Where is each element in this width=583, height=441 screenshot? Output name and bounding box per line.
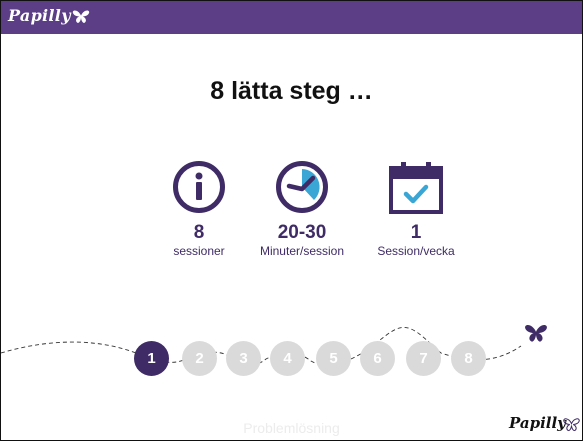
stat-value: 8: [193, 222, 205, 243]
slide-frame: Papilly 8 lätta steg … 8 sessioner 20-30…: [0, 0, 583, 441]
footer-brand-text: Papilly: [509, 414, 566, 432]
stat-value: 20-30: [277, 222, 327, 243]
top-bar: Papilly: [1, 1, 582, 34]
step-4[interactable]: 4: [270, 341, 305, 376]
stat-sessions: 8 sessioner: [139, 159, 259, 259]
stat-minutes: 20-30 Minuter/session: [242, 159, 362, 259]
step-3[interactable]: 3: [226, 341, 261, 376]
page-title: 8 lätta steg …: [210, 77, 373, 105]
step-5[interactable]: 5: [316, 341, 351, 376]
calendar-check-icon: [389, 162, 443, 214]
butterfly-outline-icon: [563, 418, 580, 432]
stat-value: 1: [410, 222, 422, 243]
stat-label: Minuter/session: [259, 244, 345, 258]
step-6[interactable]: 6: [360, 341, 395, 376]
info-icon: [173, 161, 225, 213]
stat-label: Session/vecka: [377, 244, 455, 258]
step-1[interactable]: 1: [134, 341, 169, 376]
stat-label: sessioner: [173, 244, 225, 258]
step-2[interactable]: 2: [182, 341, 217, 376]
step-7[interactable]: 7: [406, 341, 441, 376]
step-progress: 1 2 3 4 5 6 7 8: [1, 301, 582, 421]
stat-frequency: 1 Session/vecka: [356, 159, 476, 259]
butterfly-icon: [72, 10, 90, 23]
clock-icon: [276, 161, 328, 213]
brand-logo-text: Papilly: [8, 6, 71, 25]
butterfly-icon: [525, 324, 547, 342]
step-8[interactable]: 8: [451, 341, 486, 376]
current-step-label: Problemlösning: [243, 420, 340, 436]
